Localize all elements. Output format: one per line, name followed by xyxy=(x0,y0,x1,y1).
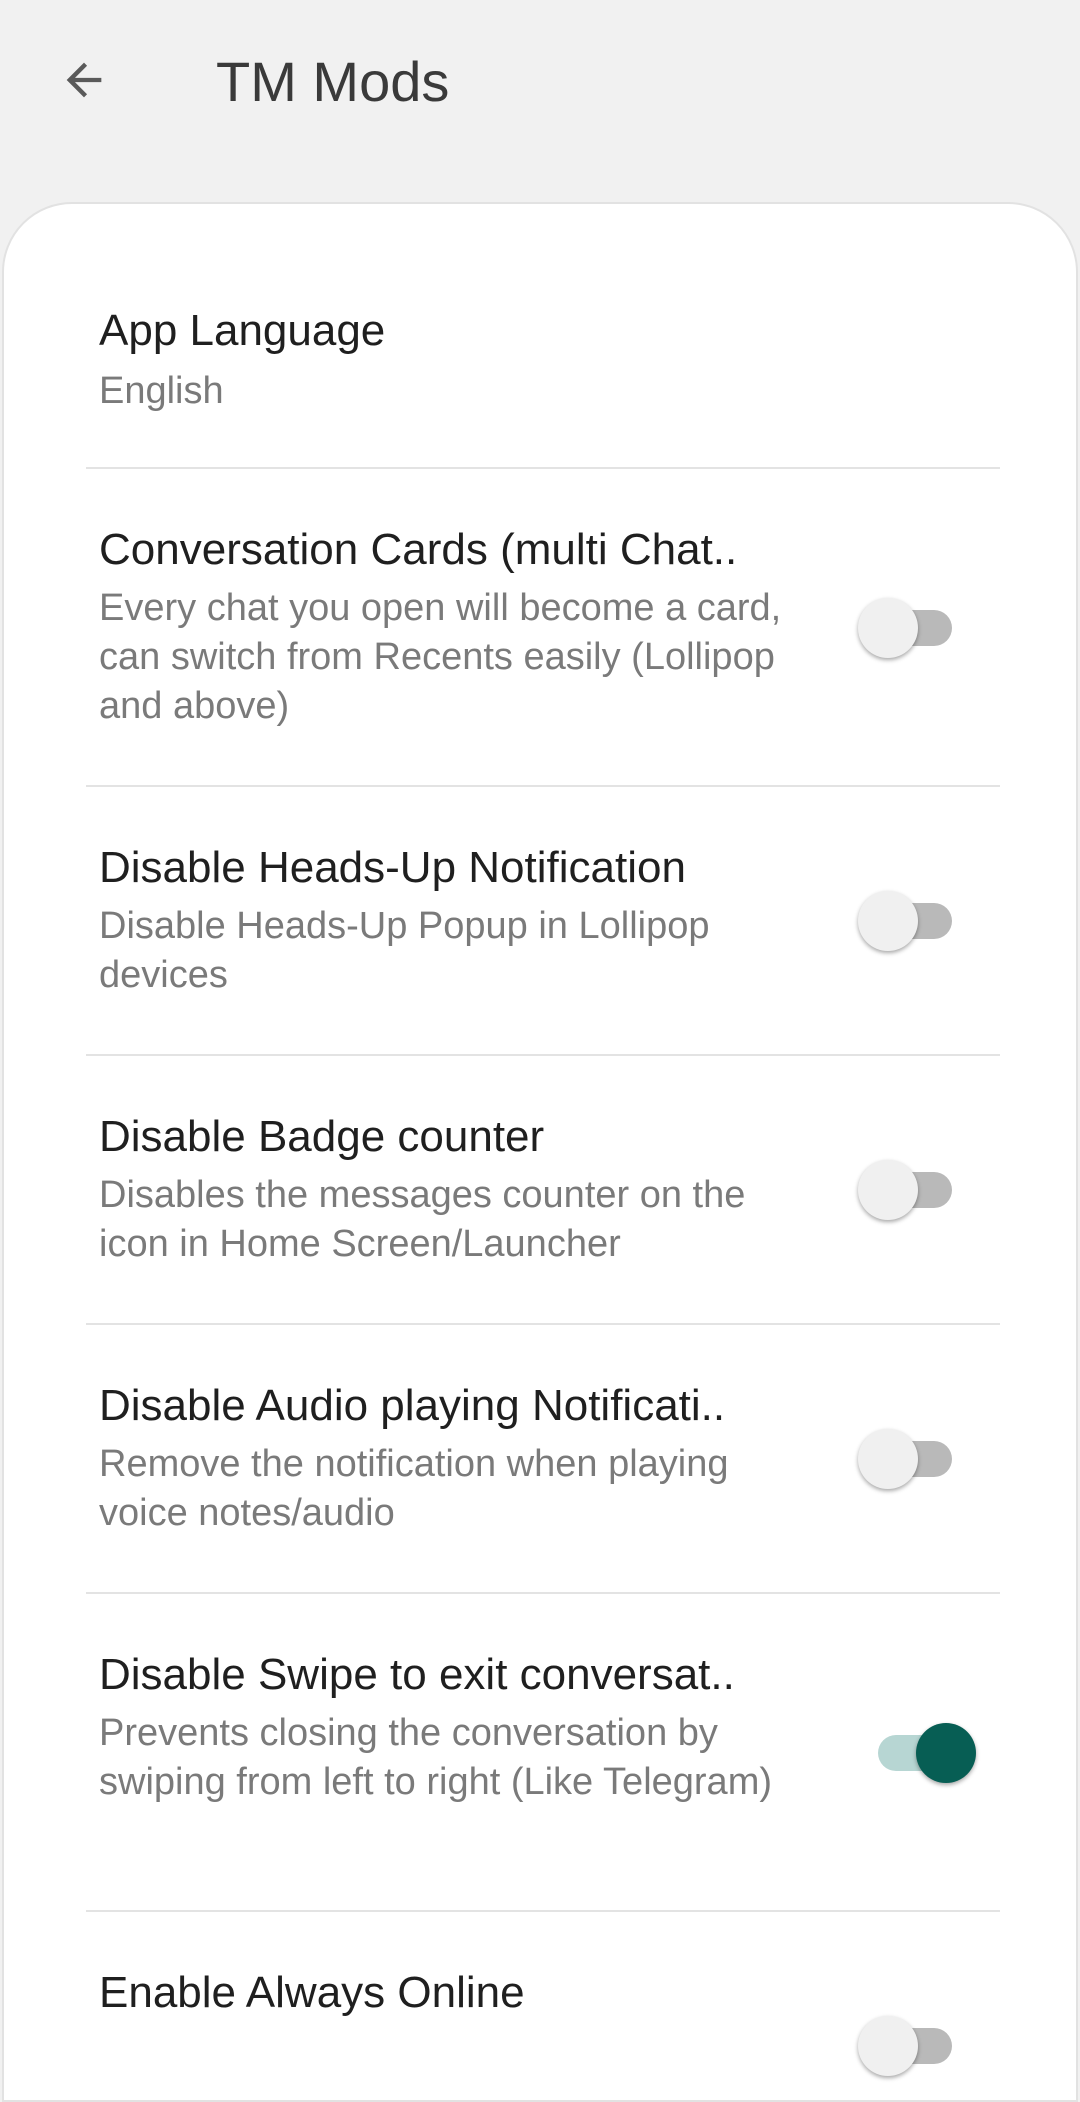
pref-disable-badge-counter[interactable]: Disable Badge counter Disables the messa… xyxy=(4,1056,1076,1324)
pref-summary: Prevents closing the conversation by swi… xyxy=(99,1712,772,1803)
switch-thumb xyxy=(858,2016,918,2076)
disable-heads-up-switch[interactable] xyxy=(856,886,976,956)
arrow-back-icon xyxy=(66,62,102,98)
app-bar: TM Mods xyxy=(0,0,1080,200)
switch-thumb xyxy=(858,891,918,951)
pref-summary: English xyxy=(99,370,224,412)
pref-title: Disable Badge counter xyxy=(99,1112,545,1161)
pref-summary: Disable Heads-Up Popup in Lollipop devic… xyxy=(99,905,710,996)
pref-title: Enable Always Online xyxy=(99,1968,525,2017)
switch-thumb xyxy=(858,598,918,658)
settings-card: App Language English Conversation Cards … xyxy=(2,202,1078,2102)
pref-summary: Every chat you open will become a card, … xyxy=(99,587,782,727)
pref-title: App Language xyxy=(99,306,386,355)
pref-title: Disable Audio playing Notificati.. xyxy=(99,1381,726,1430)
pref-disable-swipe-exit[interactable]: Disable Swipe to exit conversat.. Preven… xyxy=(4,1594,1076,1912)
disable-swipe-exit-switch[interactable] xyxy=(856,1718,976,1788)
disable-badge-counter-switch[interactable] xyxy=(856,1155,976,1225)
page-title: TM Mods xyxy=(216,50,450,113)
switch-thumb xyxy=(858,1160,918,1220)
switch-thumb xyxy=(858,1429,918,1489)
pref-app-language[interactable]: App Language English xyxy=(4,204,1076,469)
conversation-cards-switch[interactable] xyxy=(856,593,976,663)
pref-summary: Remove the notification when playing voi… xyxy=(99,1443,729,1534)
pref-summary: Disables the messages counter on the ico… xyxy=(99,1174,746,1265)
pref-disable-audio-notification[interactable]: Disable Audio playing Notificati.. Remov… xyxy=(4,1325,1076,1593)
pref-title: Disable Heads-Up Notification xyxy=(99,843,686,892)
enable-always-online-switch[interactable] xyxy=(856,2011,976,2081)
pref-title: Conversation Cards (multi Chat.. xyxy=(99,525,738,574)
disable-audio-notification-switch[interactable] xyxy=(856,1424,976,1494)
pref-enable-always-online[interactable]: Enable Always Online xyxy=(4,1912,1076,2100)
pref-conversation-cards[interactable]: Conversation Cards (multi Chat.. Every c… xyxy=(4,469,1076,787)
switch-thumb xyxy=(916,1723,976,1783)
back-button[interactable] xyxy=(44,40,124,120)
pref-title: Disable Swipe to exit conversat.. xyxy=(99,1650,735,1699)
pref-disable-heads-up[interactable]: Disable Heads-Up Notification Disable He… xyxy=(4,787,1076,1055)
